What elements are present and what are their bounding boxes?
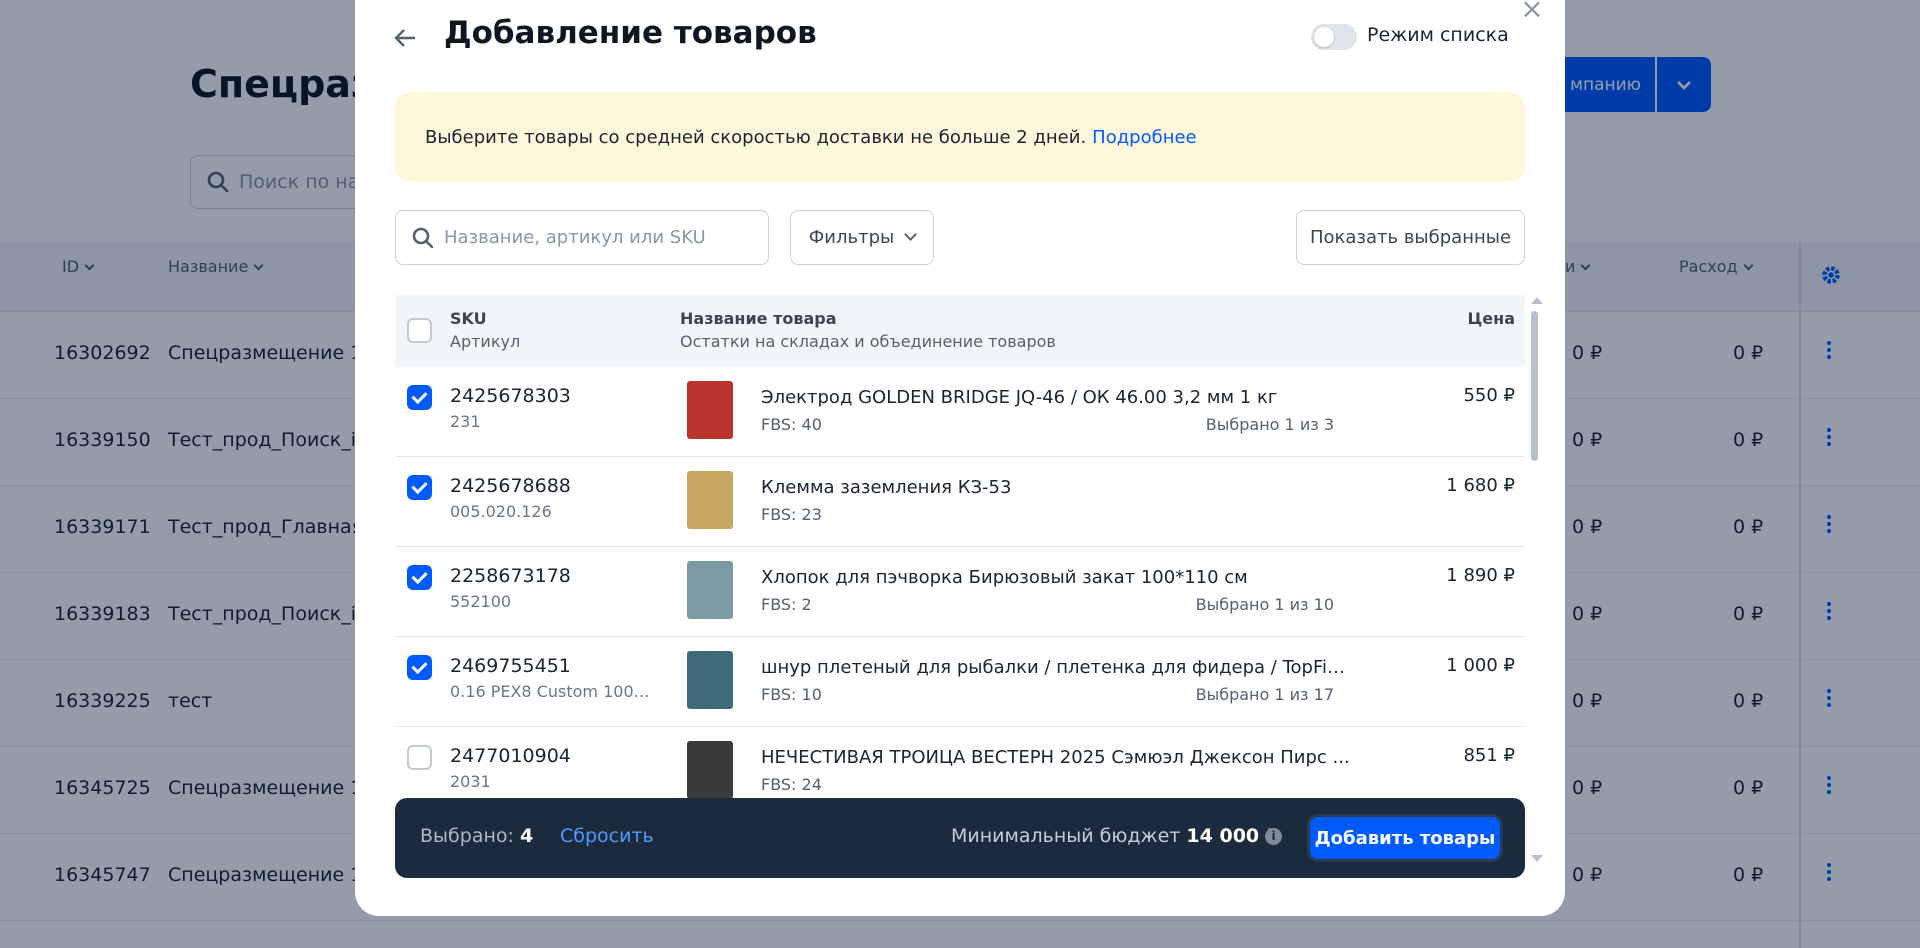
banner-more-link[interactable]: Подробнее xyxy=(1092,127,1196,148)
scroll-down-arrow[interactable] xyxy=(1531,855,1543,862)
product-sku: 2425678303 xyxy=(450,385,571,407)
table-scrollbar[interactable] xyxy=(1529,295,1543,868)
scroll-thumb[interactable] xyxy=(1531,311,1538,461)
product-sku: 2425678688 xyxy=(450,475,571,497)
header-price: Цена xyxy=(1467,309,1515,328)
product-article: 005.020.126 xyxy=(450,502,552,521)
product-name: НЕЧЕСТИВАЯ ТРОИЦА ВЕСТЕРН 2025 Сэмюэл Дж… xyxy=(761,747,1350,768)
product-search-input[interactable]: Название, артикул или SKU xyxy=(395,210,769,265)
toggle-knob xyxy=(1314,27,1334,47)
product-thumbnail xyxy=(687,741,733,799)
product-thumbnail xyxy=(687,381,733,439)
products-table: SKU Артикул Название товара Остатки на с… xyxy=(395,295,1525,868)
product-variant-selection[interactable]: Выбрано 1 из 3 xyxy=(1206,415,1334,434)
product-sku: 2258673178 xyxy=(450,565,571,587)
header-stock: Остатки на складах и объединение товаров xyxy=(680,332,1056,351)
product-stock: FBS: 10 xyxy=(761,685,822,704)
add-products-modal: × Добавление товаров Режим списка Выбери… xyxy=(355,0,1565,916)
product-article: 0.16 PEX8 Custom 100м ... xyxy=(450,682,660,701)
reset-link[interactable]: Сбросить xyxy=(560,825,654,847)
minimum-budget: Минимальный бюджет 14 000 ₽ xyxy=(951,825,1279,847)
scroll-up-arrow[interactable] xyxy=(1531,297,1543,304)
select-all-checkbox[interactable] xyxy=(407,318,432,343)
product-thumbnail xyxy=(687,561,733,619)
back-arrow-icon[interactable] xyxy=(393,26,419,50)
product-name: Хлопок для пэчворка Бирюзовый закат 100*… xyxy=(761,567,1248,588)
product-checkbox[interactable] xyxy=(407,745,432,770)
info-icon[interactable]: i xyxy=(1265,828,1282,845)
product-price: 550 ₽ xyxy=(1463,385,1515,406)
search-placeholder: Название, артикул или SKU xyxy=(444,227,706,248)
product-thumbnail xyxy=(687,471,733,529)
product-checkbox[interactable] xyxy=(407,565,432,590)
header-sku: SKU xyxy=(450,309,487,328)
product-price: 851 ₽ xyxy=(1463,745,1515,766)
product-stock: FBS: 2 xyxy=(761,595,812,614)
product-name: Клемма заземления КЗ-53 xyxy=(761,477,1012,498)
product-article: 2031 xyxy=(450,772,491,791)
show-selected-button[interactable]: Показать выбранные xyxy=(1296,210,1525,265)
header-article: Артикул xyxy=(450,332,521,351)
product-name: Электрод GOLDEN BRIDGE JQ-46 / ОК 46.00 … xyxy=(761,387,1278,408)
product-sku: 2477010904 xyxy=(450,745,571,767)
product-variant-selection[interactable]: Выбрано 1 из 17 xyxy=(1196,685,1334,704)
product-thumbnail xyxy=(687,651,733,709)
product-name: шнур плетеный для рыбалки / плетенка для… xyxy=(761,657,1351,678)
delivery-info-banner: Выберите товары со средней скоростью дос… xyxy=(395,92,1525,182)
product-row[interactable]: 2469755451 0.16 PEX8 Custom 100м ... шнур … xyxy=(395,637,1525,727)
product-checkbox[interactable] xyxy=(407,385,432,410)
selection-footer: Выбрано: 4 Сбросить Минимальный бюджет 1… xyxy=(395,798,1525,878)
product-row[interactable]: 2425678303 231 Электрод GOLDEN BRIDGE JQ-4… xyxy=(395,367,1525,457)
header-product-name: Название товара xyxy=(680,309,837,328)
list-mode-label: Режим списка xyxy=(1367,24,1509,46)
filters-button[interactable]: Фильтры xyxy=(790,210,934,265)
close-icon[interactable]: × xyxy=(1520,0,1544,24)
product-article: 231 xyxy=(450,412,481,431)
banner-text: Выберите товары со средней скоростью дос… xyxy=(425,126,1087,148)
product-checkbox[interactable] xyxy=(407,655,432,680)
chevron-down-icon xyxy=(904,228,918,241)
product-stock: FBS: 40 xyxy=(761,415,822,434)
product-article: 552100 xyxy=(450,592,512,611)
product-row[interactable]: 2425678688 005.020.126 Клемма заземления К… xyxy=(395,457,1525,547)
product-stock: FBS: 24 xyxy=(761,775,822,794)
product-price: 1 680 ₽ xyxy=(1446,475,1515,496)
selected-count: Выбрано: 4 xyxy=(420,825,534,847)
add-products-button[interactable]: Добавить товары xyxy=(1310,817,1500,859)
list-mode-toggle[interactable] xyxy=(1311,24,1357,50)
modal-title: Добавление товаров xyxy=(444,15,817,51)
product-sku: 2469755451 xyxy=(450,655,571,677)
product-price: 1 890 ₽ xyxy=(1446,565,1515,586)
product-checkbox[interactable] xyxy=(407,475,432,500)
products-table-header: SKU Артикул Название товара Остатки на с… xyxy=(395,295,1525,367)
product-price: 1 000 ₽ xyxy=(1446,655,1515,676)
product-row[interactable]: 2258673178 552100 Хлопок для пэчворка Бирю… xyxy=(395,547,1525,637)
product-variant-selection[interactable]: Выбрано 1 из 10 xyxy=(1196,595,1334,614)
product-stock: FBS: 23 xyxy=(761,505,822,524)
search-icon xyxy=(412,227,434,248)
